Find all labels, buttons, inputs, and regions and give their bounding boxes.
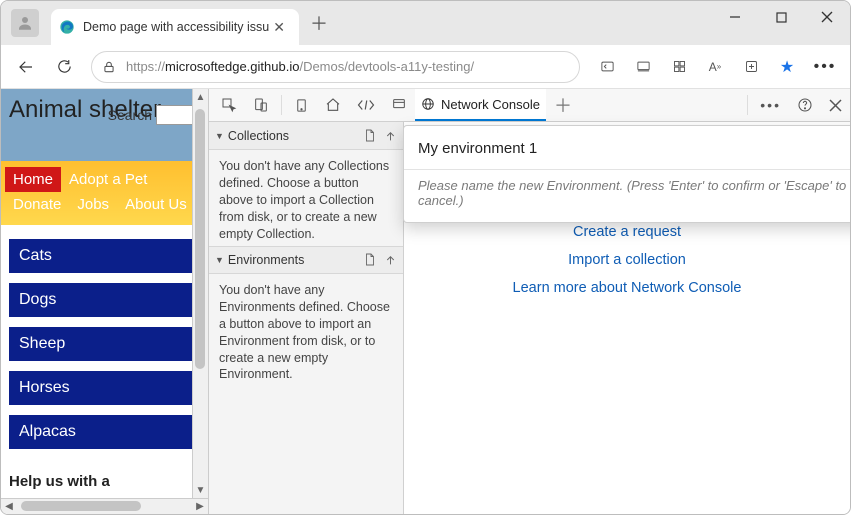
horizontal-scrollbar[interactable]: ◀ ▶ <box>1 498 208 514</box>
environment-name-hint: Please name the new Environment. (Press … <box>418 178 851 208</box>
url-scheme: https:// <box>126 59 165 74</box>
add-tab-button[interactable]: ＋ <box>546 89 580 121</box>
scroll-down-arrow-icon[interactable]: ▼ <box>193 482 208 498</box>
refresh-button[interactable] <box>47 51 81 83</box>
address-bar: https:// microsoftedge.github.io /Demos/… <box>1 45 850 89</box>
window-minimize-button[interactable] <box>712 1 758 33</box>
scroll-up-arrow-icon[interactable]: ▲ <box>193 89 208 105</box>
new-tab-button[interactable]: ＋ <box>303 10 335 36</box>
site-header: Animal shelter Search <box>1 89 208 161</box>
scroll-left-arrow-icon[interactable]: ◀ <box>1 499 17 514</box>
url-host: microsoftedge.github.io <box>165 59 299 74</box>
new-environment-icon[interactable] <box>384 253 397 267</box>
tab-network-console[interactable]: Network Console <box>415 89 546 121</box>
window-titlebar: Demo page with accessibility issu ✕ ＋ <box>1 1 850 45</box>
collections-icon[interactable] <box>734 51 768 83</box>
chevron-down-icon: ▼ <box>215 255 224 265</box>
scroll-thumb[interactable] <box>21 501 141 511</box>
devtools-sidebar: ▼ Collections You don't have any Collect… <box>209 122 404 514</box>
globe-icon <box>421 97 435 111</box>
browser-tab[interactable]: Demo page with accessibility issu ✕ <box>51 9 299 45</box>
environments-header[interactable]: ▼ Environments <box>209 246 403 274</box>
nav-donate[interactable]: Donate <box>5 192 69 217</box>
network-console-main: Create a request Import a collection Lea… <box>404 122 850 514</box>
read-aloud-icon[interactable]: A» <box>698 51 732 83</box>
nav-jobs[interactable]: Jobs <box>69 192 117 217</box>
screen-icon[interactable] <box>626 51 660 83</box>
devtools-panel: Network Console ＋ ••• ▼ Collections <box>209 89 850 514</box>
extensions-icon[interactable] <box>662 51 696 83</box>
back-button[interactable] <box>9 51 43 83</box>
scroll-right-arrow-icon[interactable]: ▶ <box>192 499 208 514</box>
help-icon[interactable] <box>789 89 821 121</box>
new-collection-icon[interactable] <box>384 129 397 143</box>
tab-elements-icon[interactable] <box>317 89 349 121</box>
favorite-star-icon[interactable]: ★ <box>770 51 804 83</box>
scroll-thumb[interactable] <box>195 109 205 369</box>
lock-icon <box>102 60 116 74</box>
tab-welcome-icon[interactable] <box>286 89 317 121</box>
window-close-button[interactable] <box>804 1 850 33</box>
settings-menu-button[interactable]: ••• <box>808 51 842 83</box>
search-label: Search <box>108 107 152 123</box>
environment-name-input[interactable]: My environment 1 <box>418 136 851 167</box>
nav-home[interactable]: Home <box>5 167 61 192</box>
tab-sources-icon[interactable] <box>349 89 383 121</box>
tab-close-icon[interactable]: ✕ <box>269 19 289 36</box>
import-collection-link[interactable]: Import a collection <box>568 246 686 274</box>
edge-favicon <box>59 19 75 35</box>
devtools-tabstrip: Network Console ＋ ••• <box>209 89 850 122</box>
environments-label: Environments <box>228 253 304 267</box>
collections-label: Collections <box>228 129 289 143</box>
animal-item[interactable]: Dogs <box>9 283 200 317</box>
tab-network-console-label: Network Console <box>441 97 540 112</box>
learn-more-link[interactable]: Learn more about Network Console <box>513 274 742 302</box>
import-file-icon[interactable] <box>363 129 376 143</box>
tab-network-icon[interactable] <box>383 89 415 121</box>
main-nav: Home Adopt a Pet Donate Jobs About Us <box>1 161 208 225</box>
animal-item[interactable]: Horses <box>9 371 200 405</box>
device-emulation-icon[interactable] <box>245 89 277 121</box>
window-maximize-button[interactable] <box>758 1 804 33</box>
import-file-icon[interactable] <box>363 253 376 267</box>
animal-item[interactable]: Sheep <box>9 327 200 361</box>
profile-avatar[interactable] <box>11 9 39 37</box>
tab-title: Demo page with accessibility issu <box>83 20 269 34</box>
environments-empty-text: You don't have any Environments defined.… <box>209 274 403 391</box>
devtools-more-icon[interactable]: ••• <box>752 89 789 121</box>
environment-name-popup: My environment 1 Please name the new Env… <box>403 125 851 223</box>
enter-immersive-icon[interactable] <box>590 51 624 83</box>
animal-list: Cats Dogs Sheep Horses Alpacas <box>1 225 208 463</box>
url-path: /Demos/devtools-a11y-testing/ <box>299 59 474 74</box>
devtools-close-icon[interactable] <box>821 89 850 121</box>
collections-header[interactable]: ▼ Collections <box>209 122 403 150</box>
help-heading: Help us with a <box>1 463 208 490</box>
nav-about[interactable]: About Us <box>117 192 195 217</box>
inspect-element-icon[interactable] <box>213 89 245 121</box>
url-input[interactable]: https:// microsoftedge.github.io /Demos/… <box>91 51 580 83</box>
nav-adopt[interactable]: Adopt a Pet <box>61 167 155 192</box>
page-viewport: Animal shelter Search Home Adopt a Pet D… <box>1 89 209 514</box>
collections-empty-text: You don't have any Collections defined. … <box>209 150 403 246</box>
vertical-scrollbar[interactable]: ▲ ▼ <box>192 89 208 498</box>
animal-item[interactable]: Alpacas <box>9 415 200 449</box>
chevron-down-icon: ▼ <box>215 131 224 141</box>
animal-item[interactable]: Cats <box>9 239 200 273</box>
